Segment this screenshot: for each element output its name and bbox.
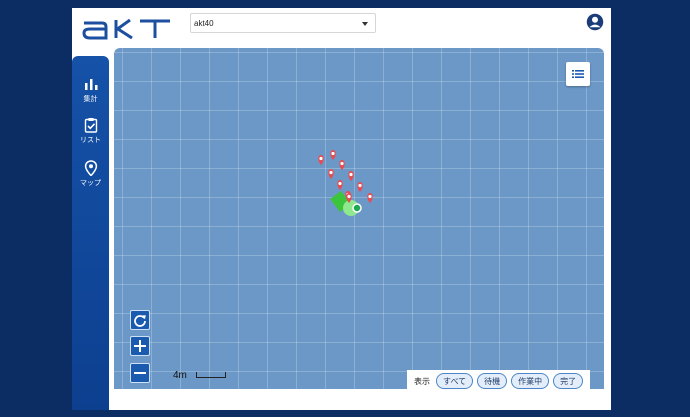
- device-select[interactable]: akt40: [190, 13, 376, 33]
- clipboard-check-icon: [84, 118, 97, 133]
- list-icon: [572, 70, 584, 78]
- sidebar-item-label: マップ: [80, 180, 101, 187]
- zoom-in-icon: [134, 340, 146, 352]
- map-canvas[interactable]: [114, 48, 604, 389]
- map-pin-icon: [84, 160, 97, 176]
- red-pin-marker[interactable]: [367, 193, 373, 203]
- filter-panel: 表示 すべて 待機 作業中 完了: [407, 370, 590, 392]
- red-pin-marker[interactable]: [348, 171, 354, 181]
- sidebar-item-summary[interactable]: 集計: [72, 76, 109, 104]
- bar-chart-icon: [84, 79, 97, 90]
- filter-in-progress-button[interactable]: 作業中: [511, 373, 550, 389]
- sidebar-item-map[interactable]: マップ: [72, 160, 109, 188]
- red-pin-marker[interactable]: [318, 155, 324, 165]
- list-view-button[interactable]: [566, 62, 590, 86]
- sidebar-item-label: 集計: [83, 96, 98, 103]
- akt-logo: [82, 18, 170, 40]
- filter-all-button[interactable]: すべて: [436, 373, 474, 389]
- sidebar: 集計 リスト マップ: [72, 56, 109, 410]
- zoom-in-button[interactable]: [130, 336, 150, 356]
- green-dot-marker[interactable]: [352, 203, 362, 213]
- refresh-icon: [134, 315, 146, 327]
- red-pin-marker[interactable]: [357, 182, 363, 192]
- account-circle-icon[interactable]: [586, 13, 604, 31]
- filter-label: 表示: [414, 376, 430, 386]
- refresh-button[interactable]: [130, 310, 150, 330]
- red-pin-marker[interactable]: [328, 169, 334, 179]
- sidebar-item-label: リスト: [80, 137, 101, 144]
- zoom-out-icon: [134, 372, 146, 374]
- scale-bar: [196, 372, 226, 378]
- chevron-down-icon: [362, 22, 368, 26]
- red-pin-marker[interactable]: [330, 150, 336, 160]
- filter-waiting-button[interactable]: 待機: [477, 373, 508, 389]
- filter-completed-button[interactable]: 完了: [553, 373, 584, 389]
- map-markers: [318, 150, 373, 216]
- sidebar-item-list[interactable]: リスト: [72, 117, 109, 145]
- device-select-value: akt40: [194, 18, 214, 28]
- red-pin-marker[interactable]: [339, 160, 345, 170]
- scale-label: 4m: [173, 370, 187, 381]
- red-pin-marker[interactable]: [337, 180, 343, 190]
- zoom-out-button[interactable]: [130, 363, 150, 383]
